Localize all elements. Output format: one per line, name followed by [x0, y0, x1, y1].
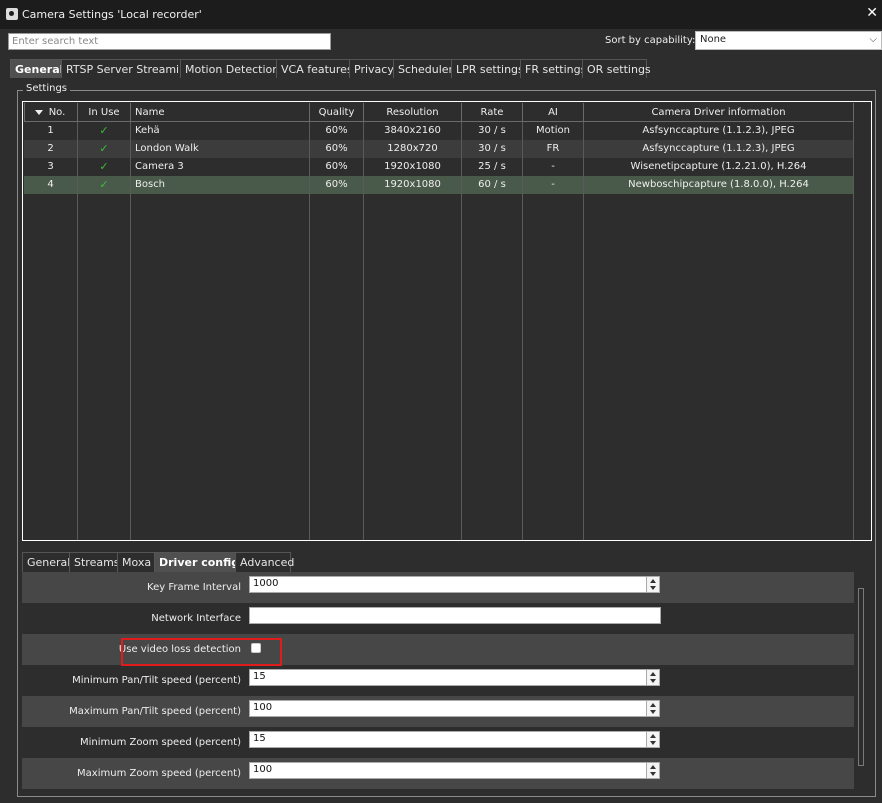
min-pan-tilt-input[interactable]: 15 [249, 669, 660, 686]
tab-privacy[interactable]: Privacy [349, 59, 394, 78]
video-loss-highlight-box [121, 638, 282, 666]
cell-no: 2 [24, 140, 78, 158]
min-pan-tilt-label: Minimum Pan/Tilt speed (percent) [72, 675, 241, 686]
cell-driver: Newboschipcapture (1.8.0.0), H.264 [584, 176, 854, 194]
tab-general[interactable]: General [10, 59, 63, 78]
cell-driver: Asfsynccapture (1.1.2.3), JPEG [584, 122, 854, 140]
cell-resolution: 1920x1080 [364, 158, 462, 176]
tab-motion-detection[interactable]: Motion Detection [180, 59, 279, 78]
sort-select[interactable]: None ⌵ [695, 31, 882, 50]
cell-no: 4 [24, 176, 78, 194]
spinner-icon[interactable] [646, 732, 659, 747]
tab-or-settings[interactable]: OR settings [582, 59, 651, 78]
tab-fr-settings[interactable]: FR settings [520, 59, 586, 78]
cell-rate: 60 / s [462, 176, 523, 194]
table-row[interactable]: 3 ✓ Camera 3 60% 1920x1080 25 / s - Wise… [24, 158, 854, 176]
cell-driver: Asfsynccapture (1.1.2.3), JPEG [584, 140, 854, 158]
in-use-check-icon[interactable]: ✓ [78, 140, 131, 158]
network-interface-label: Network Interface [151, 613, 241, 624]
tab-scheduler[interactable]: Scheduler [393, 59, 453, 78]
config-row-max-pan-tilt: Maximum Pan/Tilt speed (percent) 100 [22, 696, 854, 727]
tab-vca-features[interactable]: VCA features [276, 59, 353, 78]
table-header: No. In Use Name Quality Resolution Rate … [24, 103, 854, 122]
sort-label: Sort by capability: [605, 35, 696, 46]
cell-no: 1 [24, 122, 78, 140]
cell-ai: - [523, 176, 584, 194]
subtab-moxa[interactable]: Moxa [117, 552, 155, 572]
cell-resolution: 3840x2160 [364, 122, 462, 140]
window-title: Camera Settings 'Local recorder' [22, 8, 202, 21]
min-zoom-input[interactable]: 15 [249, 731, 660, 748]
cell-no: 3 [24, 158, 78, 176]
settings-legend: Settings [23, 83, 71, 94]
key-frame-interval-input[interactable]: 1000 [249, 576, 660, 593]
camera-subtabs: General Streams Moxa Driver config Advan… [22, 552, 294, 572]
tab-rtsp-server-streaming[interactable]: RTSP Server Streaming [61, 59, 193, 78]
column-header-ai[interactable]: AI [522, 103, 584, 122]
network-interface-input[interactable] [249, 607, 661, 624]
chevron-down-icon: ⌵ [869, 34, 877, 45]
in-use-check-icon[interactable]: ✓ [78, 158, 131, 176]
cell-ai: Motion [523, 122, 584, 140]
config-scrollbar[interactable] [858, 588, 864, 766]
config-row-max-zoom: Maximum Zoom speed (percent) 100 [22, 758, 854, 789]
column-header-driver[interactable]: Camera Driver information [583, 103, 854, 122]
cell-name: London Walk [131, 140, 310, 158]
cell-resolution: 1920x1080 [364, 176, 462, 194]
cell-rate: 25 / s [462, 158, 523, 176]
key-frame-interval-label: Key Frame Interval [147, 582, 241, 593]
sort-desc-icon [34, 109, 43, 115]
cell-quality: 60% [310, 122, 364, 140]
column-header-in-use[interactable]: In Use [77, 103, 131, 122]
table-row[interactable]: 1 ✓ Kehä 60% 3840x2160 30 / s Motion Asf… [24, 122, 854, 140]
column-header-name[interactable]: Name [130, 103, 310, 122]
spinner-icon[interactable] [646, 670, 659, 685]
column-header-resolution[interactable]: Resolution [363, 103, 462, 122]
spinner-icon[interactable] [646, 577, 659, 592]
subtab-general[interactable]: General [22, 552, 70, 572]
cell-rate: 30 / s [462, 140, 523, 158]
cell-resolution: 1280x720 [364, 140, 462, 158]
cell-ai: - [523, 158, 584, 176]
main-tabs: General RTSP Server Streaming Motion Det… [10, 59, 651, 78]
max-pan-tilt-label: Maximum Pan/Tilt speed (percent) [69, 706, 241, 717]
close-icon[interactable]: ✕ [866, 5, 878, 21]
cell-quality: 60% [310, 176, 364, 194]
column-header-rate[interactable]: Rate [461, 103, 523, 122]
spinner-icon[interactable] [646, 701, 659, 716]
cell-name: Bosch [131, 176, 310, 194]
in-use-check-icon[interactable]: ✓ [78, 176, 131, 194]
search-input[interactable] [8, 33, 331, 50]
max-zoom-label: Maximum Zoom speed (percent) [77, 768, 241, 779]
column-header-no[interactable]: No. [24, 103, 78, 122]
cell-ai: FR [523, 140, 584, 158]
table-row[interactable]: 2 ✓ London Walk 60% 1280x720 30 / s FR A… [24, 140, 854, 158]
in-use-check-icon[interactable]: ✓ [78, 122, 131, 140]
cell-driver: Wisenetipcapture (1.2.21.0), H.264 [584, 158, 854, 176]
title-bar: Camera Settings 'Local recorder' ✕ [0, 0, 882, 29]
cell-name: Kehä [131, 122, 310, 140]
max-zoom-input[interactable]: 100 [249, 762, 660, 779]
config-row-key-frame-interval: Key Frame Interval 1000 [22, 572, 854, 603]
config-row-min-pan-tilt: Minimum Pan/Tilt speed (percent) 15 [22, 665, 854, 696]
config-row-min-zoom: Minimum Zoom speed (percent) 15 [22, 727, 854, 758]
config-row-network-interface: Network Interface [22, 603, 854, 634]
cell-quality: 60% [310, 158, 364, 176]
column-header-quality[interactable]: Quality [309, 103, 364, 122]
subtab-advanced[interactable]: Advanced [235, 552, 294, 572]
table-row-selected[interactable]: 4 ✓ Bosch 60% 1920x1080 60 / s - Newbosc… [24, 176, 854, 194]
sort-select-value: None [700, 34, 727, 45]
max-pan-tilt-input[interactable]: 100 [249, 700, 660, 717]
camera-settings-icon [6, 8, 18, 20]
cell-name: Camera 3 [131, 158, 310, 176]
cell-quality: 60% [310, 140, 364, 158]
min-zoom-label: Minimum Zoom speed (percent) [79, 737, 241, 748]
subtab-driver-config[interactable]: Driver config [154, 552, 239, 572]
subtab-streams[interactable]: Streams [69, 552, 120, 572]
cell-rate: 30 / s [462, 122, 523, 140]
spinner-icon[interactable] [646, 763, 659, 778]
camera-table: No. In Use Name Quality Resolution Rate … [22, 101, 872, 541]
driver-config-panel: Key Frame Interval 1000 Network Interfac… [22, 572, 854, 794]
tab-lpr-settings[interactable]: LPR settings [451, 59, 524, 78]
